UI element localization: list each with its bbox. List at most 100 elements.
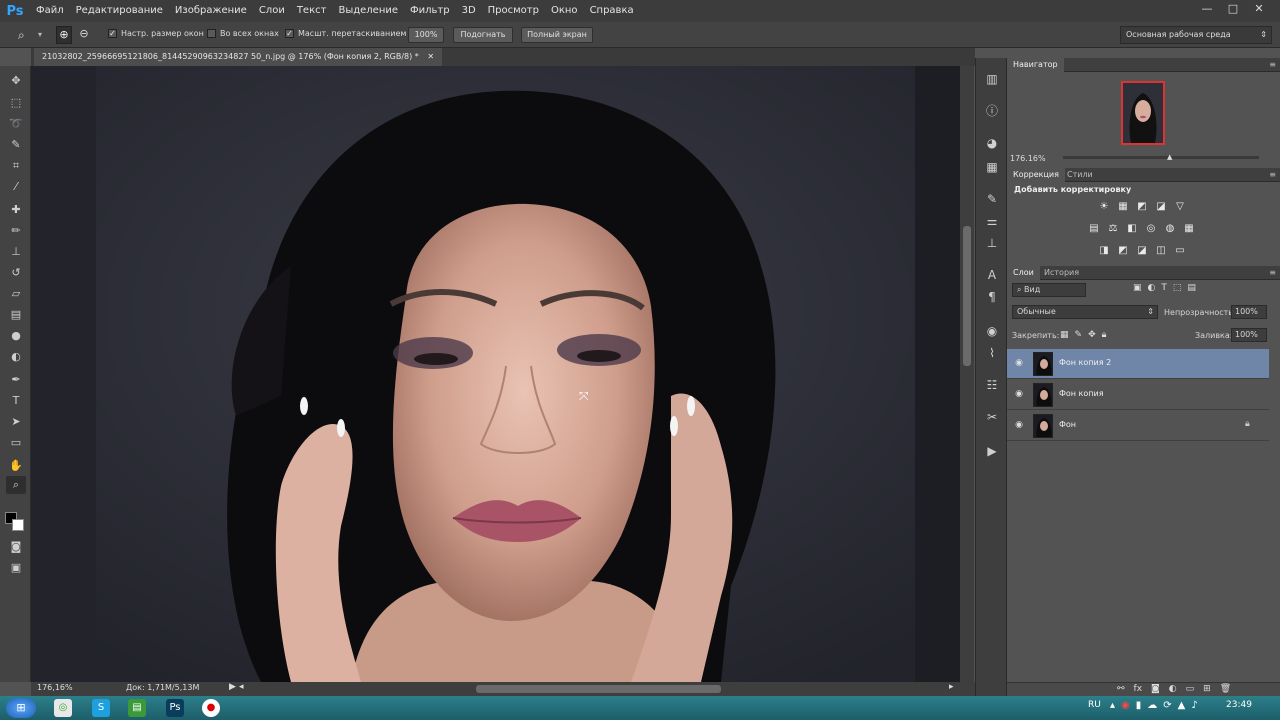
channel-mixer-icon[interactable]: ◍ <box>1163 222 1177 236</box>
hue-saturation-icon[interactable]: ▤ <box>1087 222 1101 236</box>
eye-icon[interactable]: ◉ <box>1013 389 1025 401</box>
curves-icon[interactable]: ◩ <box>1135 200 1149 214</box>
maximize-button[interactable]: □ <box>1222 0 1244 18</box>
photoshop-taskbar-icon[interactable]: Ps <box>166 699 184 717</box>
clock[interactable]: 23:49 <box>1226 700 1252 710</box>
group-icon[interactable]: ▭ <box>1186 684 1195 694</box>
character-icon[interactable]: A <box>983 266 1001 284</box>
brush-presets-icon[interactable]: ✎ <box>983 190 1001 208</box>
trash-icon[interactable]: 🗑︎ <box>1220 684 1231 694</box>
menu-3d[interactable]: 3D <box>456 0 482 22</box>
navigator-thumbnail[interactable] <box>1121 81 1165 145</box>
zoom-100-button[interactable]: 100% <box>408 27 444 43</box>
menu-image[interactable]: Изображение <box>169 0 253 22</box>
volume-icon[interactable]: ♪ <box>1191 700 1197 711</box>
color-icon[interactable]: ◕ <box>983 134 1001 152</box>
network-icon[interactable]: ▮ <box>1136 700 1142 711</box>
scroll-right-icon[interactable]: ▸ <box>949 682 954 692</box>
navigator-zoom[interactable]: 176.16% <box>1010 154 1046 163</box>
resize-windows-checkbox[interactable]: ✓ Настр. размер окон <box>108 29 204 38</box>
menu-select[interactable]: Выделение <box>332 0 404 22</box>
move-tool-icon[interactable]: ✥ <box>6 72 26 90</box>
type-tool-icon[interactable]: T <box>6 392 26 410</box>
blur-tool-icon[interactable]: ● <box>6 327 26 345</box>
menu-type[interactable]: Текст <box>291 0 333 22</box>
tab-layers[interactable]: Слои <box>1007 266 1040 280</box>
skype-icon[interactable]: S <box>92 699 110 717</box>
levels-icon[interactable]: ▦ <box>1116 200 1130 214</box>
menu-layers[interactable]: Слои <box>253 0 291 22</box>
opacity-field[interactable]: 100% <box>1231 305 1267 319</box>
menu-filter[interactable]: Фильтр <box>404 0 456 22</box>
threshold-icon[interactable]: ◪ <box>1135 244 1149 258</box>
quick-select-icon[interactable]: ✎ <box>6 136 26 154</box>
lock-all-icon[interactable]: 🔒︎ <box>1102 330 1107 340</box>
lock-position-icon[interactable]: ✥ <box>1088 330 1096 340</box>
tools-presets-icon[interactable]: ✂ <box>983 408 1001 426</box>
zoom-tool-icon[interactable]: ⌕ <box>6 476 26 494</box>
lasso-tool-icon[interactable]: ➰ <box>6 115 26 133</box>
tab-history[interactable]: История <box>1038 266 1085 280</box>
play-icon[interactable]: ▶ <box>229 682 236 692</box>
swatches-icon[interactable]: ▦ <box>983 158 1001 176</box>
dodge-tool-icon[interactable]: ◐ <box>6 348 26 366</box>
layer-style-icon[interactable]: fx <box>1134 684 1143 694</box>
fit-screen-button[interactable]: Подогнать <box>453 27 513 43</box>
lock-transparency-icon[interactable]: ▦ <box>1060 330 1069 340</box>
menu-window[interactable]: Окно <box>545 0 584 22</box>
path-select-icon[interactable]: ➤ <box>6 413 26 431</box>
eraser-tool-icon[interactable]: ▱ <box>6 285 26 303</box>
gradient-tool-icon[interactable]: ▤ <box>6 306 26 324</box>
chevron-down-icon[interactable]: ▾ <box>38 27 46 43</box>
exposure-icon[interactable]: ◪ <box>1154 200 1168 214</box>
horizontal-scroll-thumb[interactable] <box>476 685 721 693</box>
type-filter-icon[interactable]: T <box>1161 283 1167 293</box>
wifi-icon[interactable]: ▲ <box>1178 700 1186 711</box>
black-white-icon[interactable]: ◧ <box>1125 222 1139 236</box>
tray-arrow-icon[interactable]: ▴ <box>1110 700 1115 711</box>
layer-name[interactable]: Фон копия 2 <box>1059 358 1111 367</box>
screen-mode-icon[interactable]: ▣ <box>6 559 26 577</box>
chrome-icon[interactable]: ◎ <box>54 699 72 717</box>
link-layers-icon[interactable]: ⚯ <box>1117 684 1125 694</box>
vibrance-icon[interactable]: ▽ <box>1173 200 1187 214</box>
hand-tool-icon[interactable]: ✋ <box>6 457 26 475</box>
history-brush-icon[interactable]: ↺ <box>6 264 26 282</box>
menu-edit[interactable]: Редактирование <box>70 0 169 22</box>
zoom-level[interactable]: 176,16% <box>37 683 73 692</box>
layer-row[interactable]: ◉ Фон 🔒︎ <box>1007 411 1269 441</box>
layer-mask-icon[interactable]: ◙ <box>1151 684 1160 694</box>
cloud-icon[interactable]: ☁ <box>1147 700 1157 711</box>
eyedropper-icon[interactable]: ⁄ <box>6 178 26 196</box>
gradient-map-icon[interactable]: ▭ <box>1173 244 1187 258</box>
panel-menu-icon[interactable]: ≡ <box>1269 266 1276 280</box>
document-tab[interactable]: 21032802_25966695121806_8144529096323482… <box>34 48 443 66</box>
pen-tool-icon[interactable]: ✒ <box>6 371 26 389</box>
workspace-select[interactable]: Основная рабочая среда ⇕ <box>1120 26 1272 44</box>
tab-navigator[interactable]: Навигатор <box>1007 58 1064 72</box>
canvas[interactable]: ⤧ <box>31 66 960 682</box>
layer-row[interactable]: ◉ Фон копия <box>1007 380 1269 410</box>
layer-row[interactable]: ◉ Фон копия 2 <box>1007 349 1269 379</box>
menu-file[interactable]: Файл <box>30 0 70 22</box>
zoom-tool-icon[interactable]: ⌕ <box>18 27 34 43</box>
blend-mode-select[interactable]: Обычные ⇕ <box>1012 305 1158 319</box>
background-color-swatch[interactable] <box>12 519 24 531</box>
panel-menu-icon[interactable]: ≡ <box>1269 58 1276 72</box>
shape-filter-icon[interactable]: ⬚ <box>1173 283 1182 293</box>
crop-tool-icon[interactable]: ⌗ <box>6 157 26 175</box>
clone-source-icon[interactable]: ⊥ <box>983 234 1001 252</box>
scroll-thumb[interactable] <box>963 226 971 366</box>
histogram-icon[interactable]: ▥ <box>983 70 1001 88</box>
eye-icon[interactable]: ◉ <box>1013 358 1025 370</box>
fill-field[interactable]: 100% <box>1231 328 1267 342</box>
update-icon[interactable]: ⟳ <box>1163 700 1171 711</box>
antivirus-icon[interactable]: ◉ <box>1121 700 1130 711</box>
zoom-in-icon[interactable]: ⊕ <box>56 26 72 44</box>
layer-filter-select[interactable]: ⌕ Вид <box>1012 283 1086 297</box>
lock-pixels-icon[interactable]: ✎ <box>1075 330 1083 340</box>
color-balance-icon[interactable]: ⚖ <box>1106 222 1120 236</box>
vertical-scrollbar[interactable] <box>960 66 974 682</box>
image-filter-icon[interactable]: ▣ <box>1133 283 1142 293</box>
selective-color-icon[interactable]: ◫ <box>1154 244 1168 258</box>
